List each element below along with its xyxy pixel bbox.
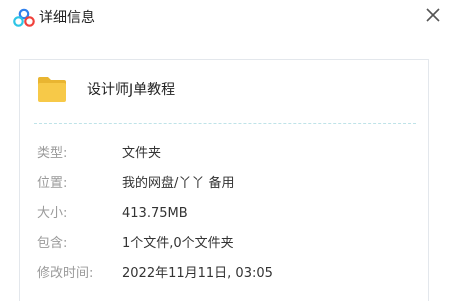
- details-dialog: 详细信息 设计师J单教程 类型: 文件夹 位置: 我的网盘/丫丫 备用 大小:: [0, 0, 450, 301]
- close-icon: [426, 8, 440, 22]
- detail-row-contains: 包含: 1个文件,0个文件夹: [20, 234, 428, 254]
- detail-value: 我的网盘/丫丫 备用: [122, 176, 235, 191]
- detail-value: 文件夹: [122, 146, 162, 161]
- title-bar: 详细信息: [0, 0, 450, 36]
- close-button[interactable]: [420, 2, 446, 28]
- baidu-netdisk-cloud-icon: [13, 8, 35, 27]
- details-panel: 设计师J单教程 类型: 文件夹 位置: 我的网盘/丫丫 备用 大小: 413.7…: [19, 59, 429, 301]
- detail-value: 1个文件,0个文件夹: [122, 236, 234, 251]
- detail-value: 413.75MB: [122, 206, 188, 221]
- divider: [34, 123, 416, 124]
- detail-row-type: 类型: 文件夹: [20, 144, 428, 164]
- file-header: 设计师J单教程: [20, 60, 428, 122]
- detail-row-location: 位置: 我的网盘/丫丫 备用: [20, 174, 428, 194]
- folder-icon: [38, 77, 66, 102]
- detail-label: 修改时间:: [37, 266, 94, 281]
- detail-label: 大小:: [37, 206, 68, 221]
- file-name: 设计师J单教程: [87, 82, 176, 98]
- detail-label: 包含:: [37, 236, 68, 251]
- dialog-title: 详细信息: [39, 10, 95, 26]
- detail-label: 位置:: [37, 176, 68, 191]
- detail-label: 类型:: [37, 146, 68, 161]
- detail-row-modified: 修改时间: 2022年11月11日, 03:05: [20, 264, 428, 284]
- detail-row-size: 大小: 413.75MB: [20, 204, 428, 224]
- detail-value: 2022年11月11日, 03:05: [122, 266, 273, 281]
